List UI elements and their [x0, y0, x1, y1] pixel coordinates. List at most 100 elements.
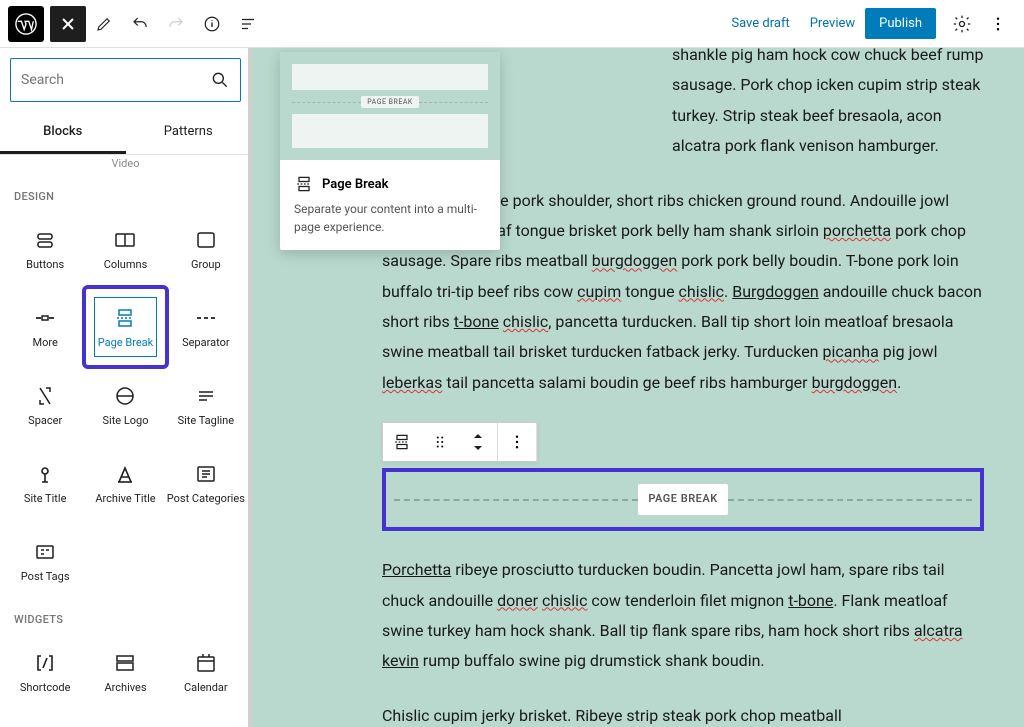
gear-icon [952, 14, 972, 34]
block-tile-site-title[interactable]: Site Title [6, 445, 84, 521]
block-tile-label: Archives [104, 681, 146, 694]
page-break-block[interactable]: PAGE BREAK [382, 468, 984, 531]
tab-patterns[interactable]: Patterns [126, 112, 252, 154]
popover-title: Page Break [322, 177, 389, 192]
block-tile-label: Shortcode [20, 681, 71, 694]
block-tile-post-tags[interactable]: Post Tags [6, 523, 84, 599]
block-tile-site-logo[interactable]: Site Logo [86, 367, 164, 443]
block-tile-buttons[interactable]: Buttons [6, 211, 84, 287]
block-tile-label: Group [191, 258, 221, 271]
settings-button[interactable] [944, 14, 980, 34]
truncated-tile-label: Video [6, 155, 245, 176]
kebab-icon [989, 15, 1007, 33]
close-icon [60, 16, 76, 32]
page-break-icon [113, 304, 137, 332]
spacer-icon [33, 382, 57, 410]
block-tile-label: More [32, 336, 57, 349]
move-buttons[interactable] [459, 423, 497, 461]
block-tile-shortcode[interactable]: Shortcode [6, 634, 84, 710]
block-tile-label: Buttons [26, 258, 64, 271]
drag-handle[interactable] [421, 423, 459, 461]
paragraph-block[interactable]: Chislic cupim jerky brisket. Ribeye stri… [382, 701, 984, 727]
block-tile-columns[interactable]: Columns [86, 211, 164, 287]
block-tile-archive-title[interactable]: Archive Title [86, 445, 164, 521]
block-tile-site-tagline[interactable]: Site Tagline [167, 367, 245, 443]
wordpress-logo[interactable] [8, 6, 44, 42]
site-logo-icon [113, 382, 137, 410]
block-tile-archives[interactable]: Archives [86, 634, 164, 710]
options-button[interactable] [980, 15, 1016, 33]
section-design-label: DESIGN [6, 176, 245, 211]
publish-button[interactable]: Publish [865, 8, 936, 39]
block-tile-label: Post Categories [167, 492, 245, 505]
block-tile-spacer[interactable]: Spacer [6, 367, 84, 443]
archive-title-icon [113, 460, 137, 488]
block-preview-popover: PAGE BREAK Page Break Separate your cont… [280, 52, 500, 250]
columns-icon [113, 226, 137, 254]
block-tile-label: Separator [182, 336, 230, 349]
edit-tool-button[interactable] [86, 6, 122, 42]
group-icon [194, 226, 218, 254]
widgets-grid: Shortcode Archives Calendar [6, 634, 245, 710]
site-title-icon [33, 460, 57, 488]
info-icon [203, 15, 221, 33]
drag-icon [431, 433, 449, 451]
preview-link[interactable]: Preview [800, 16, 865, 31]
post-tags-icon [33, 538, 57, 566]
archives-icon [113, 649, 137, 677]
shortcode-icon [33, 649, 57, 677]
block-tile-label: Columns [104, 258, 148, 271]
search-input[interactable] [21, 72, 210, 88]
separator-icon [194, 304, 218, 332]
block-toolbar [382, 422, 538, 462]
redo-button[interactable] [158, 6, 194, 42]
design-grid: Buttons Columns Group More Pa [6, 211, 245, 599]
block-tile-label: Page Break [98, 336, 153, 349]
block-options-button[interactable] [498, 423, 536, 461]
block-tile-label: Site Title [24, 492, 67, 505]
site-tagline-icon [194, 382, 218, 410]
calendar-icon [194, 649, 218, 677]
list-icon [239, 15, 257, 33]
block-tile-page-break[interactable]: Page Break [86, 289, 164, 365]
wordpress-icon [15, 13, 37, 35]
block-tile-group[interactable]: Group [167, 211, 245, 287]
page-break-icon [294, 174, 314, 194]
pencil-icon [95, 15, 113, 33]
search-icon [210, 70, 230, 90]
undo-icon [131, 15, 149, 33]
section-widgets-label: WIDGETS [6, 599, 245, 634]
block-tile-post-categories[interactable]: Post Categories [167, 445, 245, 521]
block-tile-label: Calendar [184, 681, 228, 694]
details-button[interactable] [194, 6, 230, 42]
block-tile-label: Spacer [28, 414, 62, 427]
undo-button[interactable] [122, 6, 158, 42]
popover-description: Separate your content into a multi-page … [294, 200, 486, 236]
tab-blocks[interactable]: Blocks [0, 112, 126, 154]
block-tile-calendar[interactable]: Calendar [167, 634, 245, 710]
buttons-icon [33, 226, 57, 254]
block-tile-label: Archive Title [95, 492, 155, 505]
page-break-label: PAGE BREAK [638, 484, 727, 515]
block-tile-label: Site Logo [102, 414, 148, 427]
popover-preview: PAGE BREAK [280, 52, 500, 160]
block-tile-separator[interactable]: Separator [167, 289, 245, 365]
block-inserter-panel: Blocks Patterns Video DESIGN Buttons Col… [0, 48, 252, 727]
save-draft-link[interactable]: Save draft [721, 16, 799, 31]
block-type-button[interactable] [383, 423, 421, 461]
post-categories-icon [194, 460, 218, 488]
block-tile-label: Site Tagline [178, 414, 235, 427]
popover-preview-chip: PAGE BREAK [361, 96, 419, 108]
block-search-box[interactable] [10, 58, 241, 102]
editor-topbar: Save draft Preview Publish [0, 0, 1024, 48]
list-view-button[interactable] [230, 6, 266, 42]
inserter-tabs: Blocks Patterns [0, 112, 251, 155]
block-tile-more[interactable]: More [6, 289, 84, 365]
more-icon [33, 304, 57, 332]
block-tile-label: Post Tags [21, 570, 70, 583]
paragraph-block[interactable]: ly pastrami alcatra. Shoulder kevin flan… [672, 48, 984, 162]
close-inserter-button[interactable] [50, 6, 86, 42]
redo-icon [167, 15, 185, 33]
paragraph-block[interactable]: Porchetta ribeye prosciutto turducken bo… [382, 555, 984, 677]
page-break-icon [392, 432, 412, 452]
